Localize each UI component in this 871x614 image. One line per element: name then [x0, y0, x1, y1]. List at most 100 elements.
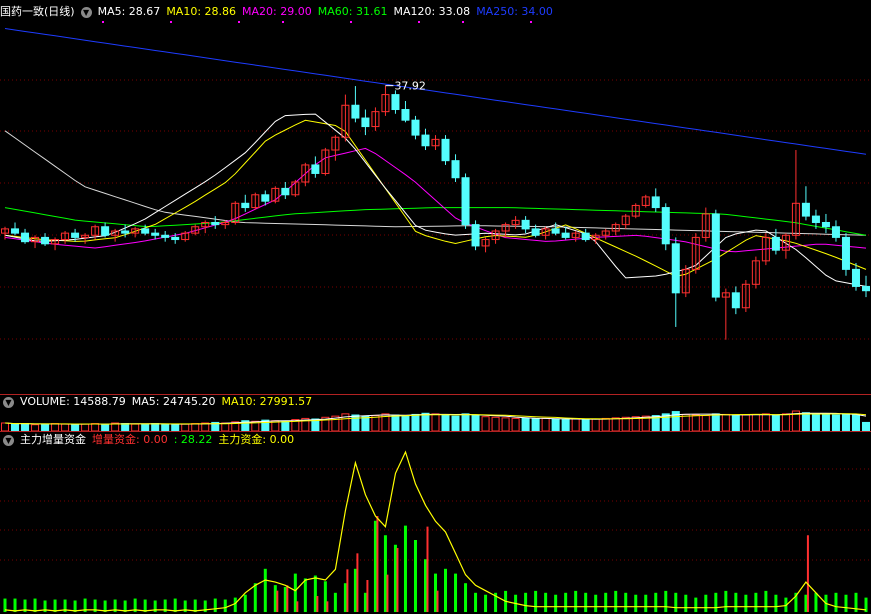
candle-body	[581, 232, 590, 241]
volume-bar	[531, 418, 540, 432]
volume-bar	[391, 414, 400, 432]
volume-bar	[491, 416, 500, 432]
volume-bar	[811, 413, 820, 432]
candle-body	[551, 228, 560, 234]
volume-bar	[571, 418, 580, 432]
volume-bar	[1, 422, 10, 432]
volume-bar	[471, 414, 480, 432]
candle-body	[451, 160, 460, 179]
main-title: 国药一致(日线)	[0, 5, 75, 18]
volume-bar	[621, 416, 630, 432]
candle-body	[441, 138, 450, 162]
volume-bar	[741, 414, 750, 432]
candle-body	[661, 207, 670, 245]
candle-body	[261, 194, 270, 202]
volume-bar	[711, 413, 720, 432]
volume-bar	[611, 417, 620, 432]
volume-bar	[401, 415, 410, 432]
volume-bar	[601, 417, 610, 432]
legend-green: : 28.22	[173, 433, 213, 446]
candle-body	[401, 109, 410, 121]
volume-bar	[91, 423, 100, 432]
candle-body	[171, 236, 180, 241]
candle-body	[711, 213, 720, 298]
volume-bar	[141, 423, 150, 432]
volume-bar	[731, 415, 740, 432]
volume-bar	[701, 415, 710, 432]
candle-body	[841, 236, 850, 270]
volume-bar	[591, 418, 600, 432]
candle-body	[241, 202, 250, 209]
candle-body	[861, 285, 870, 292]
candle-body	[11, 228, 20, 234]
volume-bar	[41, 423, 50, 432]
candle-body	[41, 236, 50, 245]
volume-bar	[11, 423, 20, 432]
ma-line-ma20	[4, 147, 867, 253]
volume-bar	[351, 414, 360, 432]
legend-vol-ma5: MA5: 24745.20	[131, 395, 216, 408]
volume-bar	[121, 423, 130, 432]
volume-bar	[561, 419, 570, 432]
legend-ma120: MA120: 33.08	[393, 5, 471, 18]
legend-ma60: MA60: 31.61	[317, 5, 388, 18]
volume-bar	[81, 423, 90, 432]
indicator-chart	[0, 450, 871, 612]
candle-body	[211, 221, 220, 226]
volume-bar	[781, 413, 790, 432]
volume-bar	[371, 415, 380, 432]
candle-body	[831, 226, 840, 238]
volume-bar	[541, 417, 550, 432]
chevron-down-icon[interactable]: ▼	[80, 6, 92, 18]
candle-body	[391, 94, 400, 111]
candle-body	[531, 228, 540, 236]
candle-body	[161, 234, 170, 238]
volume-bar	[181, 423, 190, 432]
volume-bar	[761, 413, 770, 432]
legend-zlzj: 增量资金: 0.00	[92, 433, 168, 446]
volume-bar	[161, 423, 170, 432]
candle-body	[101, 226, 110, 236]
volume-bar	[151, 423, 160, 432]
candle-body	[471, 224, 480, 247]
signal-dot	[462, 21, 464, 23]
volume-bar	[441, 414, 450, 432]
volume-bar	[21, 423, 30, 432]
signal-dot	[530, 21, 532, 23]
volume-bar	[131, 423, 140, 432]
candle-body	[21, 232, 30, 243]
volume-bar	[51, 423, 60, 432]
candle-body	[561, 232, 570, 238]
volume-bar	[221, 422, 230, 432]
chevron-down-icon[interactable]: ▼	[3, 396, 14, 408]
candle-body	[421, 134, 430, 147]
volume-bar	[191, 423, 200, 432]
candle-body	[811, 215, 820, 223]
volume-bar	[581, 419, 590, 432]
volume-bar	[841, 413, 850, 432]
volume-title: VOLUME: 14588.79	[20, 395, 126, 408]
candle-body	[821, 221, 830, 228]
volume-bar	[521, 417, 530, 432]
volume-bar	[411, 413, 420, 432]
legend-ma5: MA5: 28.67	[97, 5, 161, 18]
volume-bar	[851, 414, 860, 432]
candle-body	[801, 202, 810, 217]
volume-bar	[461, 413, 470, 432]
candle-body	[361, 117, 370, 128]
legend-main: 主力资金: 0.00	[218, 433, 295, 446]
volume-bar	[681, 413, 690, 432]
volume-bar	[501, 417, 510, 432]
volume-bar	[481, 416, 490, 432]
legend-ma250: MA250: 34.00	[476, 5, 553, 18]
signal-dot	[418, 21, 420, 23]
volume-bar	[431, 413, 440, 432]
chevron-down-icon[interactable]: ▼	[3, 434, 14, 446]
signal-dot	[282, 21, 284, 23]
signal-dot	[102, 21, 104, 23]
volume-bar	[361, 415, 370, 432]
signal-dot	[238, 21, 240, 23]
candle-body	[151, 232, 160, 236]
candle-body	[351, 104, 360, 119]
volume-legend: ▼ VOLUME: 14588.79 MA5: 24745.20 MA10: 2…	[0, 394, 318, 410]
